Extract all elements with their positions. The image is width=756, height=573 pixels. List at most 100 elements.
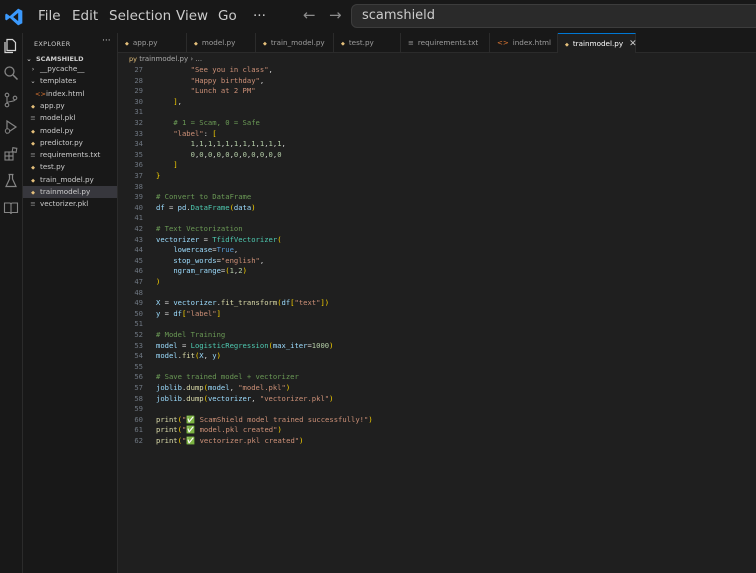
code-line[interactable]: 37} — [118, 171, 756, 182]
code-text: # Convert to DataFrame — [156, 192, 252, 202]
code-line[interactable]: 56 # Save trained model + vectorizer — [118, 372, 756, 383]
code-line[interactable]: 59 — [118, 404, 756, 415]
code-line[interactable]: 31 — [118, 107, 756, 118]
line-number: 36 — [134, 160, 143, 170]
code-text: lowercase=True, — [173, 245, 239, 255]
code-line[interactable]: 41 — [118, 213, 756, 224]
tab-trainmodel-py[interactable]: ◆ trainmodel.py ✕ — [558, 33, 637, 53]
python-file-icon: ◆ — [125, 41, 129, 47]
files-icon[interactable] — [3, 38, 19, 54]
menu-go[interactable]: Go — [218, 8, 237, 24]
code-line[interactable]: 53 model = LogisticRegression(max_iter=10… — [118, 341, 756, 352]
code-line[interactable]: 36 ] — [118, 160, 756, 171]
testing-icon[interactable] — [3, 173, 19, 189]
vscode-logo-icon[interactable] — [4, 7, 24, 27]
code-line[interactable]: 52 # Model Training — [118, 330, 756, 341]
sidebar-item-predictor-py[interactable]: ◆ predictor.py — [23, 137, 117, 149]
code-line[interactable]: 38 — [118, 182, 756, 193]
source-control-icon[interactable] — [3, 92, 19, 108]
code-line[interactable]: 39 # Convert to DataFrame — [118, 192, 756, 203]
code-line[interactable]: 42 # Text Vectorization — [118, 224, 756, 235]
code-line[interactable]: 49 X = vectorizer.fit_transform(df["text"… — [118, 298, 756, 309]
code-line[interactable]: 60 print("✅ ScamShield model trained succ… — [118, 415, 756, 426]
more-menu-button[interactable]: ··· — [253, 8, 266, 24]
code-line[interactable]: 28 "Happy birthday", — [118, 76, 756, 87]
code-line[interactable]: 51 — [118, 319, 756, 330]
code-line[interactable]: 44 lowercase=True, — [118, 245, 756, 256]
code-line[interactable]: 34 1,1,1,1,1,1,1,1,1,1,1, — [118, 139, 756, 150]
code-line[interactable]: 27 "See you in class", — [118, 65, 756, 76]
code-line[interactable]: 40 df = pd.DataFrame(data) — [118, 203, 756, 214]
code-line[interactable]: 54 model.fit(X, y) — [118, 351, 756, 362]
sidebar-item-vectorizer-pkl[interactable]: ≡ vectorizer.pkl — [23, 198, 117, 210]
run-debug-icon[interactable] — [3, 119, 19, 135]
tab-app-py[interactable]: ◆ app.py — [118, 33, 187, 52]
tab-train-model-py[interactable]: ◆ train_model.py — [256, 33, 334, 52]
code-line[interactable]: 33 "label": [ — [118, 129, 756, 140]
extensions-icon[interactable] — [3, 146, 19, 162]
sidebar-item--pycache-[interactable]: › __pycache__ — [23, 63, 117, 75]
command-center-search[interactable]: scamshield — [351, 4, 756, 28]
code-line[interactable]: 43 vectorizer = TfidfVectorizer( — [118, 235, 756, 246]
code-line[interactable]: 62 print("✅ vectorizer.pkl created") — [118, 436, 756, 447]
code-text: y = df["label"] — [156, 308, 221, 318]
python-file-icon: ◆ — [31, 177, 35, 184]
close-tab-icon[interactable]: ✕ — [629, 39, 637, 49]
sidebar-item-model-pkl[interactable]: ≡ model.pkl — [23, 112, 117, 124]
books-icon[interactable] — [3, 200, 19, 216]
line-number: 50 — [134, 308, 143, 318]
line-number: 42 — [134, 224, 143, 233]
line-number: 30 — [134, 96, 143, 106]
back-arrow-icon[interactable]: ← — [303, 6, 316, 24]
code-text: "label": [ — [173, 128, 217, 138]
code-line[interactable]: 35 0,0,0,0,0,0,0,0,0,0,0 — [118, 150, 756, 161]
line-number: 47 — [134, 277, 143, 286]
tab-index-html[interactable]: <> index.html — [490, 33, 558, 52]
sidebar-item-templates[interactable]: ⌄ templates — [23, 75, 117, 87]
code-line[interactable]: 58 joblib.dump(vectorizer, "vectorizer.pk… — [118, 394, 756, 405]
sidebar-item-app-py[interactable]: ◆ app.py — [23, 100, 117, 112]
text-file-icon: ≡ — [30, 200, 36, 209]
code-line[interactable]: 61 print("✅ model.pkl created") — [118, 425, 756, 436]
menu-edit[interactable]: Edit — [72, 8, 98, 24]
code-line[interactable]: 32 # 1 = Scam, 0 = Safe — [118, 118, 756, 129]
code-text: ) — [156, 277, 161, 286]
code-line[interactable]: 46 ngram_range=(1,2) — [118, 266, 756, 277]
menu-view[interactable]: View — [176, 8, 208, 24]
code-line[interactable]: 30 ], — [118, 97, 756, 108]
menu-file[interactable]: File — [38, 8, 61, 24]
tab-model-py[interactable]: ◆ model.py — [187, 33, 256, 52]
python-file-icon: ◆ — [565, 42, 569, 48]
code-text: stop_words="english", — [173, 255, 265, 265]
tab-label: trainmodel.py — [572, 39, 624, 48]
sidebar-item-label: model.pkl — [40, 113, 76, 123]
sidebar-item-index-html[interactable]: <>index.html — [23, 88, 117, 100]
code-line[interactable]: 50 y = df["label"] — [118, 309, 756, 320]
code-editor[interactable]: 27 "See you in class", 28 "Happy birthday… — [118, 64, 756, 573]
sidebar-item-trainmodel-py[interactable]: ◆ trainmodel.py — [23, 186, 117, 198]
code-line[interactable]: 48 — [118, 288, 756, 299]
line-number: 60 — [134, 414, 143, 424]
sidebar-item-model-py[interactable]: ◆ model.py — [23, 125, 117, 137]
tab-requirements-txt[interactable]: ≡ requirements.txt — [401, 33, 490, 52]
sidebar-item-train-model-py[interactable]: ◆ train_model.py — [23, 174, 117, 186]
explorer-more-button[interactable]: ··· — [102, 36, 111, 46]
line-number: 49 — [134, 298, 143, 308]
sidebar-item-test-py[interactable]: ◆ test.py — [23, 161, 117, 173]
line-number: 29 — [134, 86, 143, 96]
code-line[interactable]: 47) — [118, 277, 756, 288]
code-line[interactable]: 55 — [118, 362, 756, 373]
tab-test-py[interactable]: ◆ test.py — [334, 33, 401, 52]
sidebar-item-requirements-txt[interactable]: ≡ requirements.txt — [23, 149, 117, 161]
search-icon[interactable] — [3, 65, 19, 81]
code-line[interactable]: 45 stop_words="english", — [118, 256, 756, 267]
code-text: model = LogisticRegression(max_iter=1000… — [156, 340, 334, 350]
line-number: 56 — [134, 372, 143, 382]
forward-arrow-icon[interactable]: → — [329, 6, 342, 24]
breadcrumb[interactable]: py trainmodel.py › ... — [129, 55, 202, 63]
menu-selection[interactable]: Selection — [109, 8, 171, 24]
code-line[interactable]: 29 "Lunch at 2 PM" — [118, 86, 756, 97]
code-line[interactable]: 57 joblib.dump(model, "model.pkl") — [118, 383, 756, 394]
line-number: 43 — [134, 234, 143, 244]
project-name: SCAMSHIELD — [36, 55, 84, 63]
